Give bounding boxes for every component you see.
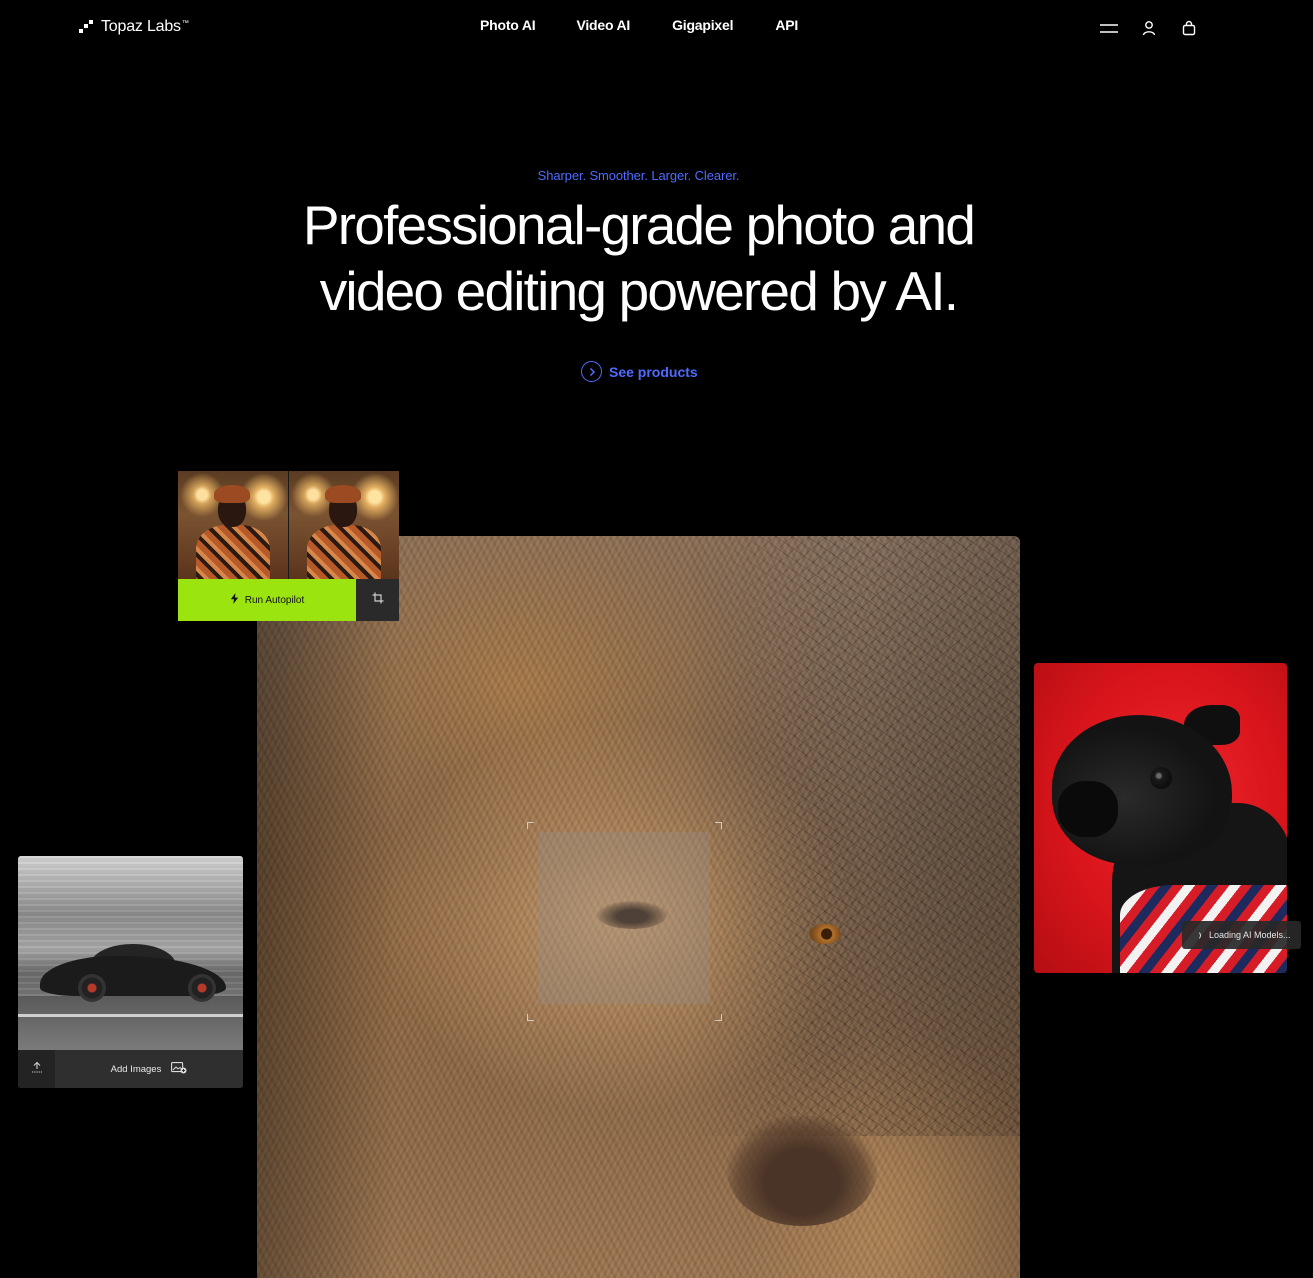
cart-icon[interactable] xyxy=(1178,17,1200,39)
add-images-toolbar: Add Images xyxy=(18,1050,243,1088)
run-autopilot-button[interactable]: Run Autopilot xyxy=(178,579,356,621)
nav-icon-group xyxy=(1098,17,1200,39)
nav-gigapixel[interactable]: Gigapixel xyxy=(672,17,733,33)
add-image-icon xyxy=(171,1061,187,1077)
topaz-labs-logo[interactable]: Topaz Labs™ xyxy=(79,15,189,39)
logo-text: Topaz Labs™ xyxy=(101,18,189,35)
top-nav: Topaz Labs™ Photo AI Video AI Gigapixel … xyxy=(0,0,1313,56)
focus-corner-bottom-right xyxy=(715,1014,722,1021)
upload-icon xyxy=(31,1060,43,1078)
headline-line-2: video editing powered by AI. xyxy=(319,260,959,322)
logo-mark-icon xyxy=(79,20,93,34)
add-images-button[interactable]: Add Images xyxy=(55,1050,243,1088)
nav-api[interactable]: API xyxy=(775,17,798,33)
portrait-before-image xyxy=(178,471,288,579)
spinner-icon xyxy=(1192,930,1201,940)
menu-icon[interactable] xyxy=(1098,17,1120,39)
user-icon[interactable] xyxy=(1138,17,1160,39)
portrait-after-image xyxy=(289,471,399,579)
chevron-right-circle-icon xyxy=(581,361,602,382)
hero-eyebrow: Sharper. Smoother. Larger. Clearer. xyxy=(537,168,740,183)
primary-nav: Photo AI Video AI Gigapixel API xyxy=(480,17,798,33)
nav-photo-ai[interactable]: Photo AI xyxy=(480,17,536,33)
see-products-label: See products xyxy=(609,363,698,380)
crop-button[interactable] xyxy=(356,579,399,621)
focus-corner-top-right xyxy=(715,822,722,829)
lion-hero-image xyxy=(257,536,1020,1278)
crop-icon xyxy=(372,591,384,609)
loading-status-text: Loading AI Models... xyxy=(1209,930,1291,940)
headline-line-1: Professional-grade photo and xyxy=(302,194,976,256)
sports-car-image xyxy=(18,856,243,1050)
loading-status-pill: Loading AI Models... xyxy=(1182,921,1301,949)
pug-eye xyxy=(1150,767,1172,789)
upload-button[interactable] xyxy=(18,1050,55,1088)
add-images-card: Add Images xyxy=(18,856,243,1088)
focus-corner-top-left xyxy=(527,822,534,829)
autopilot-card: Run Autopilot xyxy=(178,471,399,621)
run-autopilot-label: Run Autopilot xyxy=(244,594,305,606)
see-products-link[interactable]: See products xyxy=(581,361,698,382)
nav-video-ai[interactable]: Video AI xyxy=(576,17,630,33)
add-images-label: Add Images xyxy=(110,1063,162,1075)
pug-muzzle xyxy=(1058,781,1118,837)
hero-headline: Professional-grade photo and video editi… xyxy=(0,192,1277,324)
lightning-icon xyxy=(230,593,239,607)
focus-corner-bottom-left xyxy=(527,1014,534,1021)
enhance-focus-box xyxy=(538,832,710,1004)
